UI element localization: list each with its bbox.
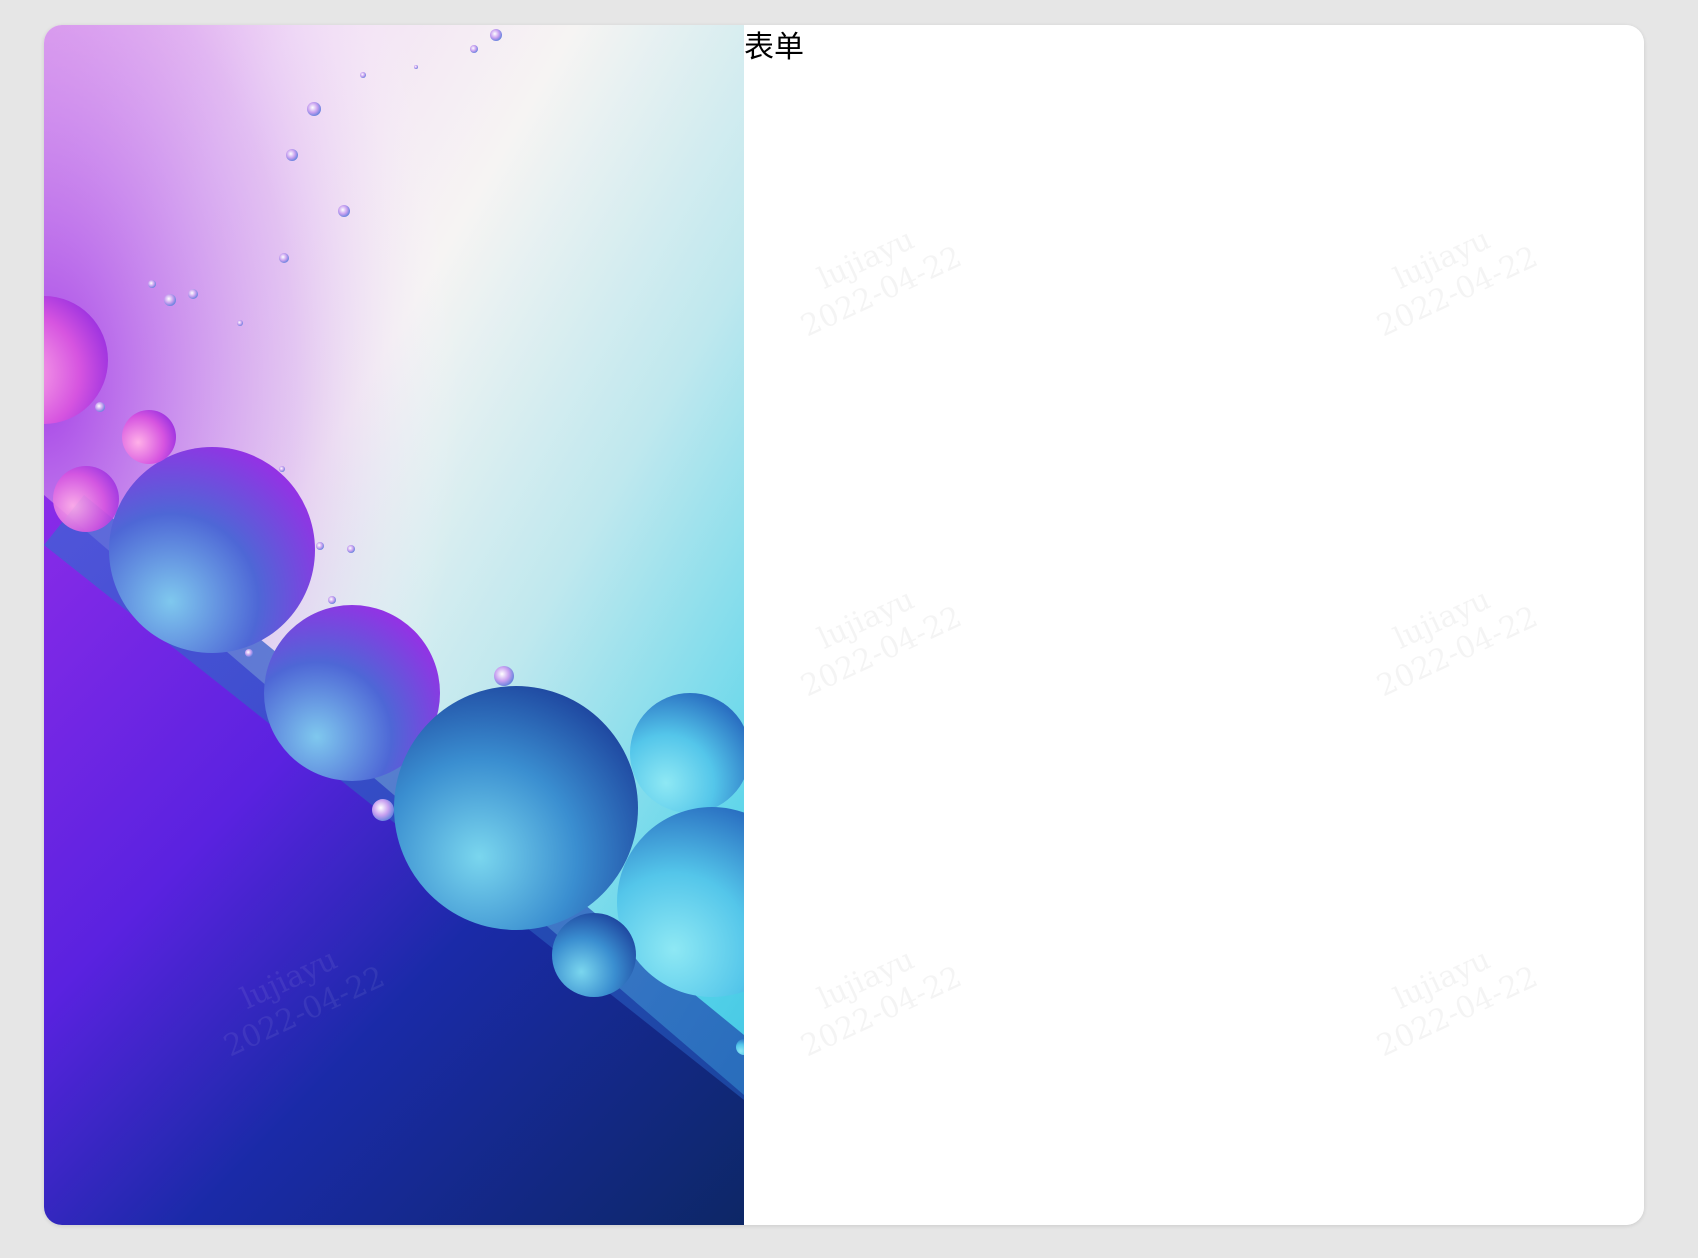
hero-image [44, 25, 744, 1225]
bubbles-wallpaper-image [44, 25, 744, 1225]
login-card: 表单 lujiayu 2022-04-22 lujiayu 2022-04-22… [44, 25, 1644, 1225]
form-title: 表单 [744, 30, 804, 65]
form-panel: 表单 [744, 25, 1644, 1225]
